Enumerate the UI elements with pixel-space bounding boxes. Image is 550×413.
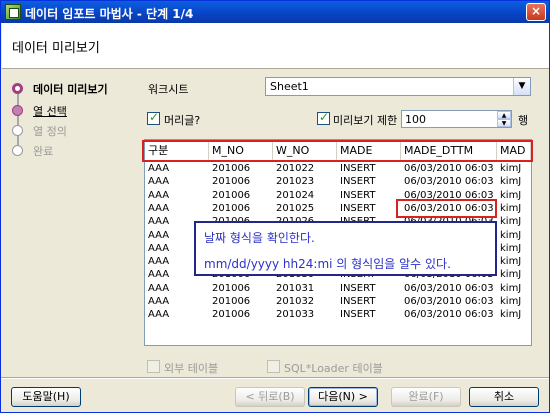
callout-line-1: 날짜 형식을 확인한다. [204,231,315,245]
window-title: 데이터 임포트 마법사 - 단계 1/4 [25,7,194,21]
step-node-icon [12,105,23,116]
table-cell: AAA [148,189,170,201]
table-cell: 201025 [276,202,315,214]
table-cell: 201032 [276,296,315,307]
preview-limit-stepper[interactable]: 100 ▲ ▼ [401,110,512,128]
step-label: 열 선택 [33,105,67,118]
step-active-icon [12,83,23,94]
table-cell: AAA [148,202,170,214]
step-node-icon [12,125,23,136]
step-column-define: 열 정의 [9,121,134,139]
table-cell: 201024 [276,189,315,201]
table-row[interactable]: AAA 201006 201022 INSERT 06/03/2010 06:03 kim… [145,162,531,175]
table-cell: kimJ [500,202,522,214]
finish-button[interactable]: 완료(F) [391,387,461,407]
table-cell: INSERT [340,282,376,294]
table-cell: AAA [148,282,170,294]
worksheet-value: Sheet1 [270,80,309,93]
table-row[interactable]: AAA 201006 201031 INSERT 06/03/2010 06:03 kim… [145,282,531,295]
table-cell: kimJ [500,216,522,228]
preview-limit-checkbox[interactable] [317,110,330,125]
date-format-callout: 날짜 형식을 확인한다. mm/dd/yyyy hh24:mi 의 형식임을 알… [194,221,497,276]
table-cell: kimJ [500,229,522,241]
table-cell: 201006 [212,282,251,294]
table-cell: AAA [148,163,170,174]
table-cell: 201023 [276,176,315,188]
table-cell: 201022 [276,163,315,174]
chevron-down-icon[interactable]: ▼ [513,78,530,95]
step-label: 데이터 미리보기 [33,83,108,96]
table-cell: INSERT [340,189,376,201]
step-node-icon [12,145,23,156]
table-cell: kimJ [500,189,522,201]
worksheet-select[interactable]: Sheet1 ▼ [265,77,531,96]
next-button[interactable]: 다음(N) > [308,387,378,407]
table-cell: AAA [148,176,170,188]
worksheet-label: 워크시트 [148,83,189,96]
step-label: 열 정의 [33,125,67,138]
table-cell: kimJ [500,242,522,254]
header-checkbox[interactable] [147,110,160,125]
table-cell: INSERT [340,163,376,174]
table-row[interactable]: AAA 201006 201033 INSERT 06/03/2010 06:03 kim… [145,308,531,321]
spin-up-icon[interactable]: ▲ [497,111,511,119]
preview-limit-value: 100 [405,113,426,126]
table-cell: 201033 [276,309,315,321]
table-cell: 06/03/2010 06:03 [404,309,494,321]
sql-loader-label: SQL*Loader 테이블 [284,362,383,375]
table-cell: AAA [148,309,170,321]
header-highlight-box [142,140,533,162]
table-cell: kimJ [500,256,522,268]
table-cell: kimJ [500,309,522,321]
table-cell: 06/03/2010 06:03 [404,296,494,307]
table-cell: AAA [148,296,170,307]
cancel-button[interactable]: 취소 [469,387,539,407]
table-cell: 201006 [212,176,251,188]
table-cell: kimJ [500,269,522,281]
preview-limit-label: 미리보기 제한 [333,114,398,127]
import-wizard-window: 데이터 임포트 마법사 - 단계 1/4 × 데이터 미리보기 데이터 미리보기… [0,0,550,413]
step-column-select[interactable]: 열 선택 [9,101,134,119]
table-cell: INSERT [340,296,376,307]
wizard-steps: 데이터 미리보기 열 선택 열 정의 완료 [9,79,134,179]
help-button[interactable]: 도움말(H) [11,387,81,407]
step-label: 완료 [33,145,54,158]
back-button[interactable]: < 뒤로(B) [235,387,305,407]
step-finish: 완료 [9,141,134,159]
spin-down-icon[interactable]: ▼ [497,119,511,127]
table-cell: 201006 [212,189,251,201]
sql-loader-checkbox[interactable] [267,360,280,373]
callout-line-2: mm/dd/yyyy hh24:mi 의 형식임을 알수 있다. [204,257,451,271]
table-cell: kimJ [500,176,522,188]
close-button[interactable]: × [526,3,546,21]
table-row[interactable]: AAA 201006 201023 INSERT 06/03/2010 06:03 kim… [145,175,531,188]
table-cell: kimJ [500,296,522,307]
wizard-header: 데이터 미리보기 [2,23,549,69]
table-cell: 06/03/2010 06:03 [404,176,494,188]
table-cell: 06/03/2010 06:03 [404,282,494,294]
table-cell: INSERT [340,309,376,321]
table-cell: 201031 [276,282,315,294]
table-cell: INSERT [340,202,376,214]
table-cell: 201006 [212,296,251,307]
table-cell: kimJ [500,163,522,174]
title-bar[interactable]: 데이터 임포트 마법사 - 단계 1/4 × [1,1,549,23]
table-cell: 201006 [212,202,251,214]
table-cell: kimJ [500,282,522,294]
table-row[interactable]: AAA 201006 201032 INSERT 06/03/2010 06:03 kim… [145,295,531,308]
step-data-preview[interactable]: 데이터 미리보기 [9,79,134,97]
app-icon [5,4,21,20]
table-cell: 201006 [212,309,251,321]
preview-limit-unit: 행 [518,114,529,127]
table-cell: 06/03/2010 06:03 [404,163,494,174]
header-checkbox-label: 머리글? [164,114,201,127]
external-table-label: 외부 테이블 [164,362,219,375]
footer-divider [1,377,549,379]
page-title: 데이터 미리보기 [12,41,100,56]
table-cell: INSERT [340,176,376,188]
date-highlight-box [396,199,497,218]
table-cell: 201006 [212,163,251,174]
external-table-checkbox[interactable] [147,360,160,373]
